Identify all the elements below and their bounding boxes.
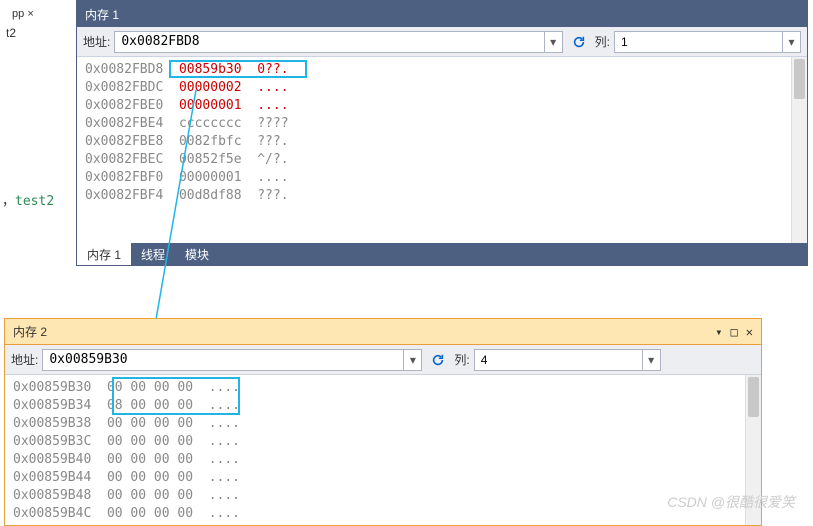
panel2-memory-area[interactable]: 0x00859B30 00 00 00 00 ....0x00859B34 08…	[5, 375, 761, 525]
memory-row[interactable]: 0x0082FBF0 00000001 ....	[85, 169, 799, 187]
panel2-toolbar: 地址: ▾ 列: ▾	[5, 345, 761, 375]
scroll-thumb[interactable]	[794, 59, 805, 99]
columns-dropdown-icon[interactable]: ▾	[642, 350, 660, 370]
columns-combo[interactable]: ▾	[614, 31, 801, 53]
memory-panel-1: 内存 1 地址: ▾ 列: ▾ 0x0082FBD8 00859b30 0??.…	[76, 0, 808, 266]
memory-row[interactable]: 0x00859B48 00 00 00 00 ....	[13, 487, 753, 505]
panel1-memory-area[interactable]: 0x0082FBD8 00859b30 0??.0x0082FBDC 00000…	[77, 57, 807, 243]
panel1-title: 内存 1	[85, 6, 119, 23]
memory-row[interactable]: 0x0082FBD8 00859b30 0??.	[85, 61, 799, 79]
close-icon[interactable]: ×	[27, 8, 33, 20]
address-dropdown-icon[interactable]: ▾	[403, 350, 421, 370]
address-input[interactable]	[43, 350, 403, 370]
columns-combo[interactable]: ▾	[474, 349, 661, 371]
memory-row[interactable]: 0x0082FBF4 00d8df88 ???.	[85, 187, 799, 205]
memory-row[interactable]: 0x00859B4C 00 00 00 00 ....	[13, 505, 753, 523]
panel1-tabstrip: 内存 1 线程 模块	[77, 243, 807, 265]
memory-row[interactable]: 0x00859B34 08 00 00 00 ....	[13, 397, 753, 415]
address-dropdown-icon[interactable]: ▾	[544, 32, 562, 52]
columns-dropdown-icon[interactable]: ▾	[782, 32, 800, 52]
code-fragment: ，test2	[2, 190, 54, 209]
tab-threads[interactable]: 线程	[131, 243, 175, 265]
refresh-button[interactable]	[567, 31, 591, 53]
refresh-icon	[572, 35, 586, 49]
memory-panel-2: 内存 2 ▾ □ ✕ 地址: ▾ 列: ▾ 0x00859B30 00 00 0…	[4, 318, 762, 526]
refresh-icon	[431, 353, 445, 367]
tab-pp[interactable]: pp ×	[6, 6, 40, 22]
address-input[interactable]	[115, 32, 543, 52]
window-menu-icon[interactable]: ▾	[715, 325, 722, 339]
address-input-combo[interactable]: ▾	[42, 349, 422, 371]
refresh-button[interactable]	[426, 349, 450, 371]
tab-memory-1[interactable]: 内存 1	[77, 243, 131, 265]
memory-row[interactable]: 0x00859B30 00 00 00 00 ....	[13, 379, 753, 397]
columns-label: 列:	[595, 33, 610, 50]
memory-row[interactable]: 0x00859B40 00 00 00 00 ....	[13, 451, 753, 469]
panel1-toolbar: 地址: ▾ 列: ▾	[77, 27, 807, 57]
memory-row[interactable]: 0x00859B38 00 00 00 00 ....	[13, 415, 753, 433]
memory-row[interactable]: 0x0082FBDC 00000002 ....	[85, 79, 799, 97]
scroll-thumb[interactable]	[748, 377, 759, 417]
memory-row[interactable]: 0x0082FBE0 00000001 ....	[85, 97, 799, 115]
memory-row[interactable]: 0x0082FBEC 00852f5e ^/?.	[85, 151, 799, 169]
panel2-title: 内存 2	[13, 323, 47, 340]
address-label: 地址:	[83, 33, 110, 50]
panel2-title-bar[interactable]: 内存 2 ▾ □ ✕	[5, 319, 761, 345]
columns-input[interactable]	[475, 350, 642, 370]
memory-row[interactable]: 0x0082FBE8 0082fbfc ???.	[85, 133, 799, 151]
panel1-title-bar[interactable]: 内存 1	[77, 1, 807, 27]
memory-row[interactable]: 0x00859B44 00 00 00 00 ....	[13, 469, 753, 487]
address-input-combo[interactable]: ▾	[114, 31, 562, 53]
tab-t2[interactable]: t2	[6, 26, 69, 40]
memory-row[interactable]: 0x00859B3C 00 00 00 00 ....	[13, 433, 753, 451]
columns-input[interactable]	[615, 32, 782, 52]
panel2-scrollbar[interactable]	[745, 375, 761, 525]
panel1-scrollbar[interactable]	[791, 57, 807, 243]
tab-modules[interactable]: 模块	[175, 243, 219, 265]
address-label: 地址:	[11, 351, 38, 368]
memory-row[interactable]: 0x0082FBE4 cccccccc ????	[85, 115, 799, 133]
maximize-icon[interactable]: □	[731, 325, 738, 339]
columns-label: 列:	[454, 351, 469, 368]
close-icon[interactable]: ✕	[746, 325, 753, 339]
